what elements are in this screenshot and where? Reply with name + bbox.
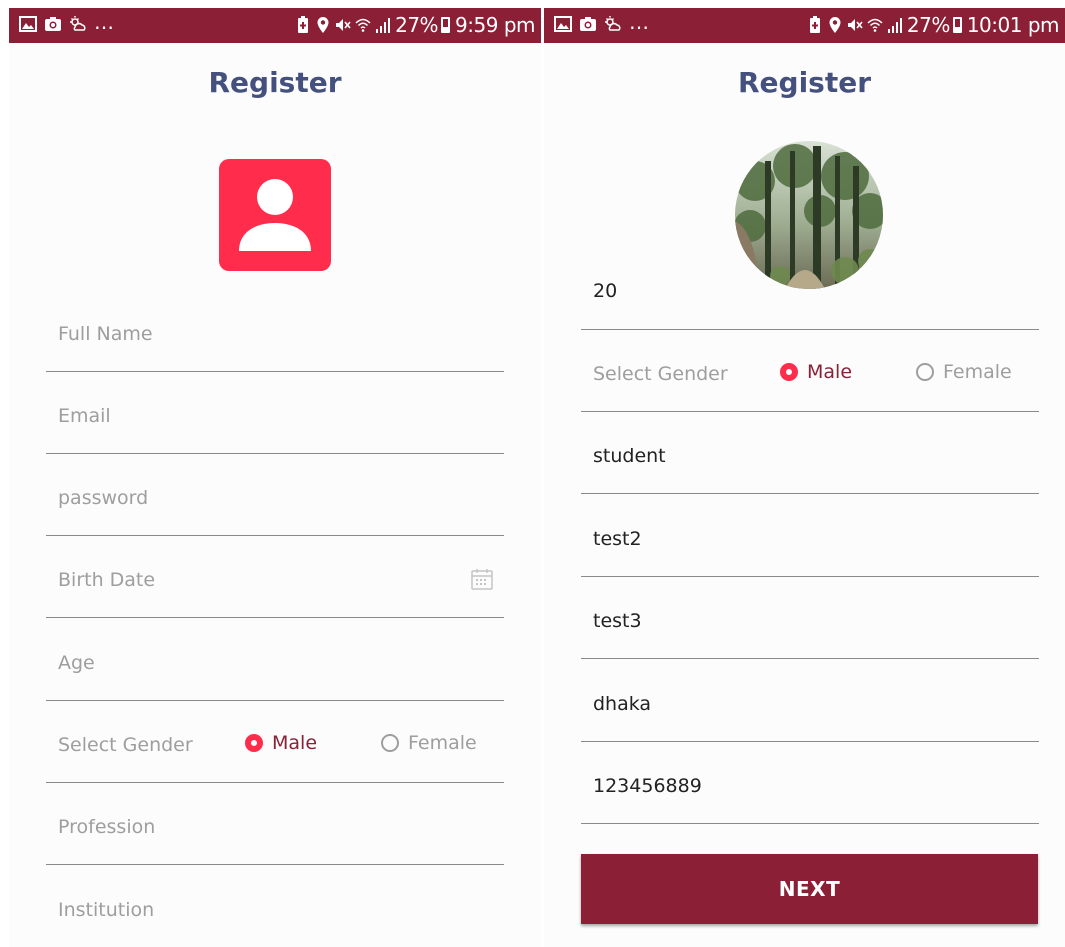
profile-photo[interactable] xyxy=(735,141,883,289)
profession-placeholder: Profession xyxy=(58,816,156,838)
register-screen-empty: … 27% 9:59 pm Register Full Name Email p… xyxy=(9,8,541,947)
more-notifications-icon: … xyxy=(629,10,649,34)
battery-icon xyxy=(441,17,451,33)
gender-row: Select Gender Male Female xyxy=(581,330,1039,412)
battery-percent: 27% xyxy=(395,13,439,37)
page-title: Register xyxy=(737,66,872,99)
next-button[interactable]: NEXT xyxy=(581,854,1038,924)
status-bar: … 27% 10:01 pm xyxy=(544,8,1065,43)
password-placeholder: password xyxy=(58,487,149,509)
institution-placeholder: Institution xyxy=(58,899,155,921)
gender-male-label: Male xyxy=(272,732,318,754)
battery-icon xyxy=(952,17,962,33)
institution-value: test2 xyxy=(593,528,642,550)
birth-date-placeholder: Birth Date xyxy=(58,569,156,591)
email-placeholder: Email xyxy=(58,405,111,427)
gender-female-radio[interactable]: Female xyxy=(381,732,477,754)
full-name-input[interactable]: Full Name xyxy=(46,290,504,372)
mute-icon xyxy=(335,16,351,34)
gender-male-radio[interactable]: Male xyxy=(245,732,317,754)
location-icon xyxy=(827,16,843,34)
phone-value: 123456889 xyxy=(593,775,702,797)
address-input[interactable]: dhaka xyxy=(581,660,1039,742)
institution-input[interactable]: Institution xyxy=(46,865,504,947)
gender-label: Select Gender xyxy=(58,734,193,756)
signal-icon xyxy=(375,16,391,34)
phone-input[interactable]: 123456889 xyxy=(581,742,1039,824)
gender-female-label: Female xyxy=(943,361,1012,383)
birth-date-input[interactable]: Birth Date xyxy=(46,536,504,618)
text-input-3[interactable]: test3 xyxy=(581,577,1039,659)
radio-checked-icon xyxy=(245,734,263,752)
camera-icon xyxy=(44,15,62,33)
battery-saver-icon xyxy=(807,16,823,34)
gender-female-radio[interactable]: Female xyxy=(916,361,1012,383)
radio-unchecked-icon xyxy=(916,363,934,381)
status-bar: … 27% 9:59 pm xyxy=(9,8,541,43)
weather-icon xyxy=(604,15,622,33)
clock: 10:01 pm xyxy=(966,13,1060,37)
person-icon xyxy=(239,179,311,251)
password-input[interactable]: password xyxy=(46,454,504,536)
text-input-3-value: test3 xyxy=(593,610,642,632)
gender-male-label: Male xyxy=(807,361,853,383)
clock: 9:59 pm xyxy=(455,13,535,37)
gender-female-label: Female xyxy=(408,732,477,754)
address-value: dhaka xyxy=(593,693,652,715)
location-icon xyxy=(315,16,331,34)
gender-label: Select Gender xyxy=(593,363,728,385)
calendar-icon[interactable] xyxy=(470,567,494,591)
email-input[interactable]: Email xyxy=(46,372,504,454)
full-name-placeholder: Full Name xyxy=(58,323,153,345)
institution-input[interactable]: test2 xyxy=(581,495,1039,577)
gender-row: Select Gender Male Female xyxy=(46,701,504,783)
gallery-icon xyxy=(19,15,37,33)
page-title: Register xyxy=(208,66,342,99)
register-screen-filled: … 27% 10:01 pm Register 20 Select Gender… xyxy=(544,8,1065,947)
camera-icon xyxy=(579,15,597,33)
wifi-icon xyxy=(867,16,883,34)
signal-icon xyxy=(887,16,903,34)
age-input[interactable]: Age xyxy=(46,619,504,701)
profession-input[interactable]: Profession xyxy=(46,783,504,865)
profession-input[interactable]: student xyxy=(581,412,1039,494)
gallery-icon xyxy=(554,15,572,33)
battery-percent: 27% xyxy=(906,13,950,37)
wifi-icon xyxy=(355,16,371,34)
forest-photo xyxy=(735,141,883,289)
age-placeholder: Age xyxy=(58,652,95,674)
radio-checked-icon xyxy=(780,363,798,381)
profession-value: student xyxy=(593,445,666,467)
radio-unchecked-icon xyxy=(381,734,399,752)
more-notifications-icon: … xyxy=(94,10,114,34)
weather-icon xyxy=(69,15,87,33)
gender-male-radio[interactable]: Male xyxy=(780,361,852,383)
profile-photo-picker[interactable] xyxy=(219,159,331,271)
battery-saver-icon xyxy=(295,16,311,34)
age-value-partial: 20 xyxy=(593,280,618,302)
mute-icon xyxy=(847,16,863,34)
